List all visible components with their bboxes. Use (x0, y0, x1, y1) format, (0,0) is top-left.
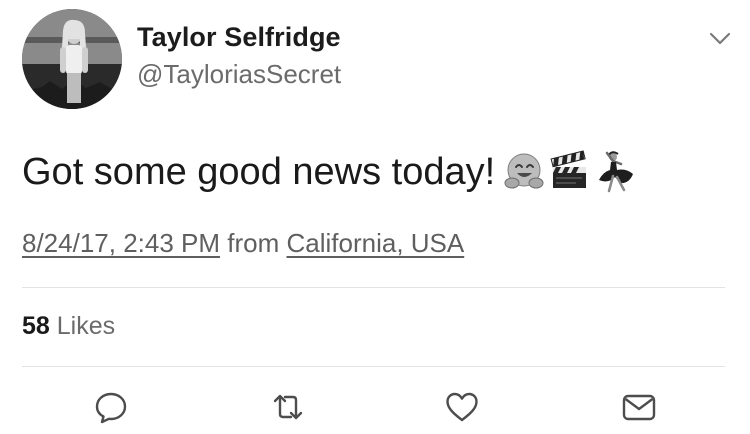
emoji-group (503, 150, 637, 194)
likes-label: Likes (56, 312, 116, 340)
likes-count: 58 (22, 312, 50, 340)
direct-message-icon[interactable] (621, 390, 657, 424)
from-label: from (227, 228, 280, 258)
tweet-detail: Taylor Selfridge @TayloriasSecret Got so… (0, 0, 750, 434)
username-handle[interactable]: @TayloriasSecret (137, 59, 341, 90)
location-link[interactable]: California, USA (287, 228, 465, 258)
dancer-emoji (599, 151, 634, 193)
like-icon[interactable] (444, 390, 480, 424)
display-name[interactable]: Taylor Selfridge (137, 22, 341, 53)
retweet-icon[interactable] (270, 390, 306, 424)
divider (22, 287, 725, 288)
tweet-text-row: Got some good news today! (22, 150, 637, 194)
avatar-image (22, 9, 122, 109)
tweet-meta: 8/24/17, 2:43 PM from California, USA (22, 228, 464, 259)
hugging-face-emoji (504, 153, 544, 189)
likes-stat[interactable]: 58 Likes (22, 312, 115, 341)
avatar[interactable] (22, 9, 122, 109)
tweet-text: Got some good news today! (22, 150, 496, 193)
timestamp-link[interactable]: 8/24/17, 2:43 PM (22, 228, 220, 258)
clapper-board-emoji (550, 150, 587, 188)
chevron-down-icon[interactable] (707, 28, 733, 50)
divider (22, 366, 725, 367)
reply-icon[interactable] (93, 390, 129, 424)
